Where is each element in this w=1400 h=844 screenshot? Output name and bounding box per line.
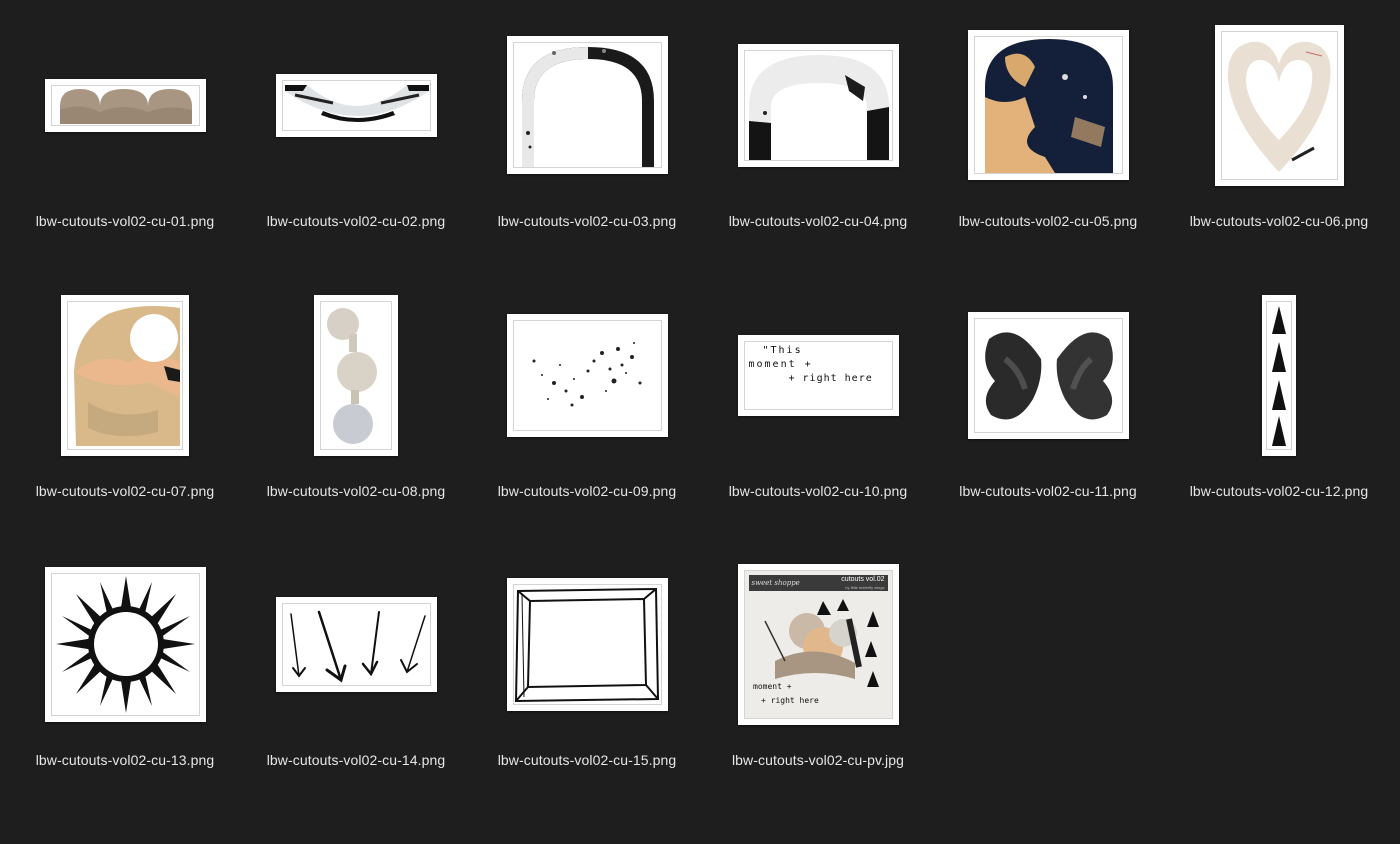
file-name[interactable]: lbw-cutouts-vol02-cu-11.png bbox=[933, 483, 1163, 499]
file-name[interactable]: lbw-cutouts-vol02-cu-06.png bbox=[1164, 213, 1394, 229]
file-thumbnail[interactable] bbox=[506, 577, 668, 711]
file-thumbnail[interactable] bbox=[967, 30, 1129, 180]
file-name[interactable]: lbw-cutouts-vol02-cu-pv.jpg bbox=[703, 752, 933, 768]
file-item[interactable]: lbw-cutouts-vol02-cu-14.png bbox=[241, 549, 471, 819]
file-name[interactable]: lbw-cutouts-vol02-cu-04.png bbox=[703, 213, 933, 229]
handwritten-line: "This bbox=[762, 344, 803, 356]
file-browser-icon-view: { "files": [ {"name":"lbw-cutouts-vol02-… bbox=[0, 0, 1400, 844]
file-thumbnail[interactable] bbox=[314, 294, 398, 456]
handwritten-line: moment + bbox=[748, 358, 813, 370]
file-thumbnail[interactable] bbox=[275, 73, 437, 137]
file-thumbnail[interactable] bbox=[506, 36, 668, 174]
file-name[interactable]: lbw-cutouts-vol02-cu-05.png bbox=[933, 213, 1163, 229]
file-name[interactable]: lbw-cutouts-vol02-cu-15.png bbox=[472, 752, 702, 768]
preview-handwriting-1: moment + bbox=[753, 682, 792, 691]
file-item[interactable]: lbw-cutouts-vol02-cu-04.png bbox=[703, 10, 933, 280]
file-name[interactable]: lbw-cutouts-vol02-cu-08.png bbox=[241, 483, 471, 499]
file-item[interactable]: lbw-cutouts-vol02-cu-09.png bbox=[472, 280, 702, 550]
file-thumbnail[interactable] bbox=[44, 566, 206, 722]
file-item[interactable]: lbw-cutouts-vol02-cu-02.png bbox=[241, 10, 471, 280]
file-thumbnail[interactable] bbox=[1262, 294, 1296, 456]
file-item[interactable]: lbw-cutouts-vol02-cu-05.png bbox=[933, 10, 1163, 280]
file-name[interactable]: lbw-cutouts-vol02-cu-10.png bbox=[703, 483, 933, 499]
file-item[interactable]: lbw-cutouts-vol02-cu-08.png bbox=[241, 280, 471, 550]
file-item[interactable]: lbw-cutouts-vol02-cu-03.png bbox=[472, 10, 702, 280]
file-name[interactable]: lbw-cutouts-vol02-cu-03.png bbox=[472, 213, 702, 229]
file-name[interactable]: lbw-cutouts-vol02-cu-14.png bbox=[241, 752, 471, 768]
handwritten-line: + right here bbox=[788, 372, 873, 384]
file-thumbnail[interactable] bbox=[1214, 24, 1344, 186]
file-thumbnail[interactable] bbox=[737, 43, 899, 167]
file-thumbnail[interactable] bbox=[44, 78, 206, 132]
preview-handwriting-2: + right here bbox=[761, 696, 819, 705]
file-item[interactable]: "This moment + + right here lbw-cutouts-… bbox=[703, 280, 933, 550]
file-name[interactable]: lbw-cutouts-vol02-cu-01.png bbox=[10, 213, 240, 229]
file-item[interactable]: lbw-cutouts-vol02-cu-01.png bbox=[10, 10, 240, 280]
file-name[interactable]: lbw-cutouts-vol02-cu-13.png bbox=[10, 752, 240, 768]
file-item[interactable]: lbw-cutouts-vol02-cu-07.png bbox=[10, 280, 240, 550]
file-thumbnail[interactable]: sweet shoppe cutouts vol.02 by little bu… bbox=[737, 563, 899, 725]
file-item[interactable]: lbw-cutouts-vol02-cu-13.png bbox=[10, 549, 240, 819]
file-name[interactable]: lbw-cutouts-vol02-cu-02.png bbox=[241, 213, 471, 229]
file-thumbnail[interactable]: "This moment + + right here bbox=[737, 334, 899, 416]
file-thumbnail[interactable] bbox=[506, 313, 668, 437]
file-name[interactable]: lbw-cutouts-vol02-cu-07.png bbox=[10, 483, 240, 499]
file-item[interactable]: lbw-cutouts-vol02-cu-15.png bbox=[472, 549, 702, 819]
file-name[interactable]: lbw-cutouts-vol02-cu-09.png bbox=[472, 483, 702, 499]
file-thumbnail[interactable] bbox=[275, 596, 437, 692]
file-item[interactable]: lbw-cutouts-vol02-cu-12.png bbox=[1164, 280, 1394, 550]
file-thumbnail[interactable] bbox=[967, 311, 1129, 439]
file-name[interactable]: lbw-cutouts-vol02-cu-12.png bbox=[1164, 483, 1394, 499]
file-item[interactable]: sweet shoppe cutouts vol.02 by little bu… bbox=[703, 549, 933, 819]
file-item[interactable]: lbw-cutouts-vol02-cu-11.png bbox=[933, 280, 1163, 550]
file-thumbnail[interactable] bbox=[61, 294, 189, 456]
file-item[interactable]: lbw-cutouts-vol02-cu-06.png bbox=[1164, 10, 1394, 280]
